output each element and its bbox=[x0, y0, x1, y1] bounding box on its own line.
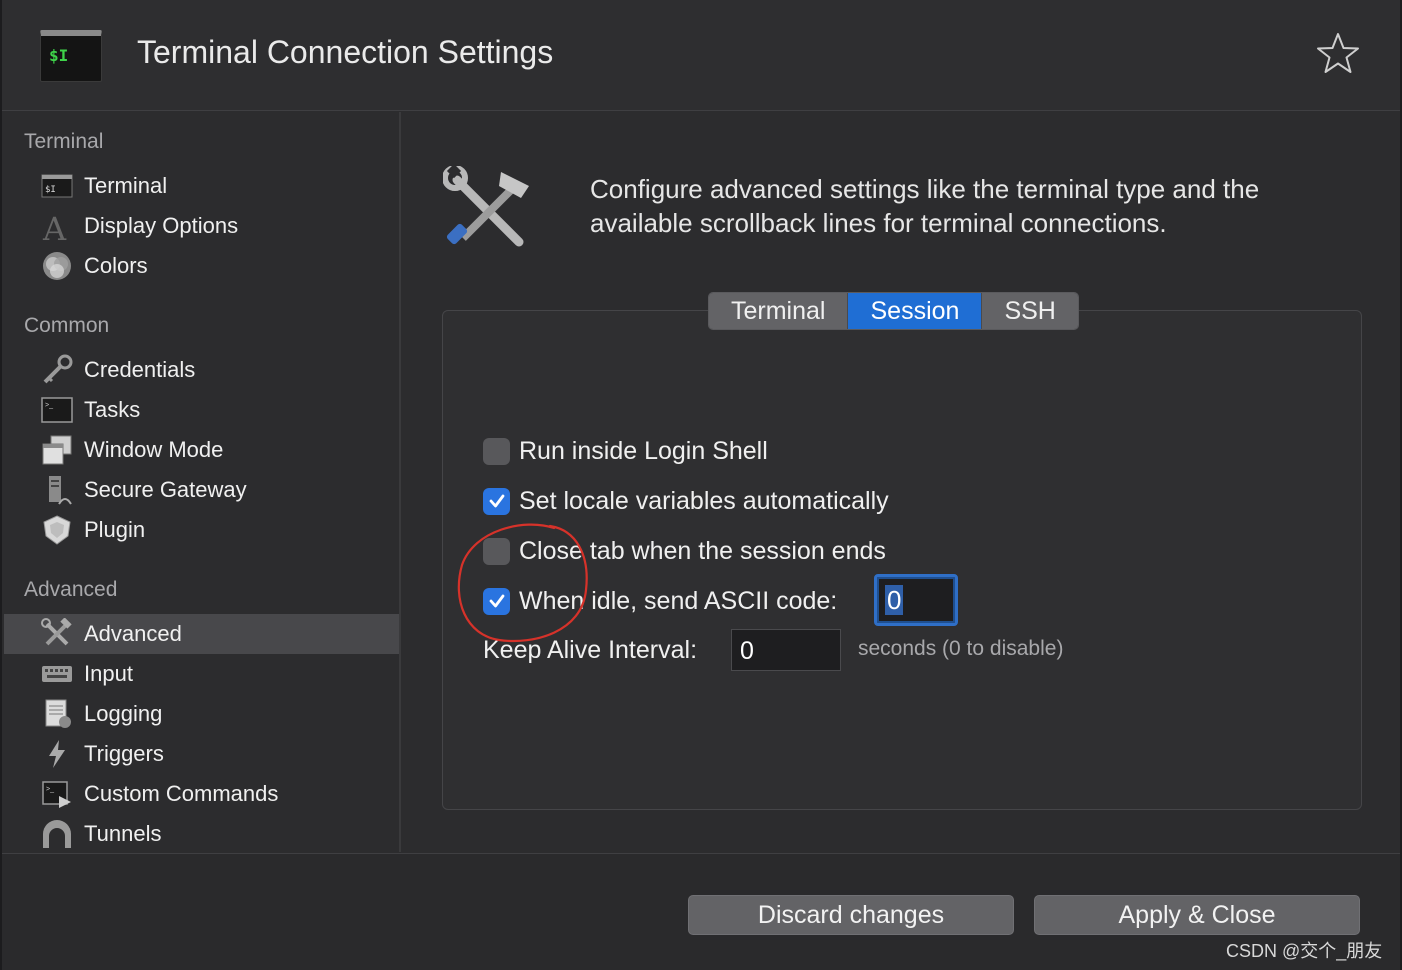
sidebar-item-label: Tasks bbox=[84, 397, 141, 422]
section-description: Configure advanced settings like the ter… bbox=[590, 174, 1260, 238]
window-mode-icon bbox=[40, 434, 74, 466]
checkbox-unchecked[interactable] bbox=[483, 437, 510, 465]
checkbox-unchecked[interactable] bbox=[483, 537, 510, 565]
sidebar-item-label: Colors bbox=[84, 253, 148, 278]
colors-icon bbox=[40, 250, 74, 282]
sidebar-item-display-options[interactable]: A Display Options bbox=[4, 206, 399, 246]
sidebar-item-label: Window Mode bbox=[84, 437, 224, 462]
sidebar-group-terminal: Terminal bbox=[24, 130, 104, 153]
keep-alive-input[interactable]: 0 bbox=[731, 629, 841, 671]
sidebar-item-label: Credentials bbox=[84, 357, 196, 382]
tools-icon bbox=[40, 618, 74, 650]
window-title: Terminal Connection Settings bbox=[137, 34, 554, 70]
sidebar-item-label: Plugin bbox=[84, 517, 146, 542]
terminal-icon: $I bbox=[40, 170, 74, 202]
keep-alive-hint: seconds (0 to disable) bbox=[858, 637, 1064, 660]
option-set-locale-variables[interactable]: Set locale variables automatically bbox=[483, 484, 889, 518]
apply-close-button[interactable]: Apply & Close bbox=[1034, 895, 1360, 935]
sidebar-item-window-mode[interactable]: Window Mode bbox=[4, 430, 399, 470]
keep-alive-label: Keep Alive Interval: bbox=[483, 636, 698, 664]
watermark: CSDN @交个_朋友 bbox=[1226, 941, 1383, 961]
discard-changes-button[interactable]: Discard changes bbox=[688, 895, 1014, 935]
option-label: Set locale variables automatically bbox=[519, 486, 889, 515]
font-icon: A bbox=[40, 210, 74, 242]
sidebar: Terminal $I Terminal A Display Options C… bbox=[4, 112, 401, 852]
svg-text:$I: $I bbox=[45, 185, 56, 195]
tab-bar: Terminal Session SSH bbox=[708, 292, 1079, 330]
sidebar-item-label: Terminal bbox=[84, 173, 168, 198]
checkbox-checked[interactable] bbox=[483, 487, 510, 515]
key-icon bbox=[40, 354, 74, 386]
ascii-code-input[interactable]: 0 bbox=[874, 574, 958, 626]
sidebar-item-colors[interactable]: Colors bbox=[4, 246, 399, 286]
star-icon[interactable] bbox=[1314, 30, 1362, 78]
sidebar-item-triggers[interactable]: Triggers bbox=[4, 734, 399, 774]
gateway-icon bbox=[40, 474, 74, 506]
settings-window: $I Terminal Connection Settings Terminal… bbox=[0, 0, 1402, 970]
checkmark-icon bbox=[489, 494, 504, 508]
sidebar-item-tasks[interactable]: >_ Tasks bbox=[4, 390, 399, 430]
tab-session[interactable]: Session bbox=[848, 293, 983, 329]
ascii-code-value: 0 bbox=[885, 585, 904, 615]
sidebar-item-label: Triggers bbox=[84, 741, 164, 766]
sidebar-item-advanced[interactable]: Advanced bbox=[4, 614, 399, 654]
sidebar-item-custom-commands[interactable]: >_ Custom Commands bbox=[4, 774, 399, 814]
logging-icon bbox=[40, 698, 74, 730]
option-close-tab-on-session-end[interactable]: Close tab when the session ends bbox=[483, 534, 886, 568]
sidebar-item-input[interactable]: Input bbox=[4, 654, 399, 694]
sidebar-item-label: Custom Commands bbox=[84, 781, 279, 806]
window-header: $I Terminal Connection Settings bbox=[2, 0, 1400, 111]
option-label: Run inside Login Shell bbox=[519, 436, 768, 465]
advanced-tools-icon bbox=[443, 166, 529, 247]
sidebar-group-advanced: Advanced bbox=[24, 578, 118, 601]
sidebar-item-credentials[interactable]: Credentials bbox=[4, 350, 399, 390]
sidebar-item-tunnels[interactable]: Tunnels bbox=[4, 814, 399, 854]
sidebar-item-secure-gateway[interactable]: Secure Gateway bbox=[4, 470, 399, 510]
terminal-app-icon: $I bbox=[40, 30, 102, 82]
sidebar-item-label: Advanced bbox=[84, 621, 182, 646]
sidebar-item-label: Display Options bbox=[84, 213, 239, 238]
checkbox-checked[interactable] bbox=[483, 587, 510, 615]
option-label: When idle, send ASCII code: bbox=[519, 586, 838, 615]
sidebar-item-terminal[interactable]: $I Terminal bbox=[4, 166, 399, 206]
sidebar-item-label: Input bbox=[84, 661, 133, 686]
option-idle-send-ascii[interactable]: When idle, send ASCII code: bbox=[483, 584, 837, 618]
sidebar-item-plugin[interactable]: Plugin bbox=[4, 510, 399, 550]
tunnels-icon bbox=[40, 818, 74, 850]
option-run-inside-login-shell[interactable]: Run inside Login Shell bbox=[483, 434, 768, 468]
option-label: Close tab when the session ends bbox=[519, 536, 886, 565]
triggers-icon bbox=[40, 738, 74, 770]
svg-text:A: A bbox=[42, 210, 67, 242]
plugin-icon bbox=[40, 514, 74, 546]
tab-ssh[interactable]: SSH bbox=[982, 293, 1078, 329]
sidebar-item-label: Secure Gateway bbox=[84, 477, 247, 502]
svg-text:>_: >_ bbox=[46, 786, 54, 793]
tab-terminal[interactable]: Terminal bbox=[709, 293, 849, 329]
sidebar-item-label: Logging bbox=[84, 701, 163, 726]
checkmark-icon bbox=[489, 594, 504, 608]
sidebar-item-logging[interactable]: Logging bbox=[4, 694, 399, 734]
main-content: Configure advanced settings like the ter… bbox=[403, 112, 1400, 852]
keyboard-icon bbox=[40, 658, 74, 690]
tasks-icon: >_ bbox=[40, 394, 74, 426]
custom-commands-icon: >_ bbox=[40, 778, 74, 810]
svg-text:>_: >_ bbox=[45, 402, 53, 409]
sidebar-item-label: Tunnels bbox=[84, 821, 162, 846]
footer-bar: Discard changes Apply & Close bbox=[2, 853, 1400, 970]
sidebar-group-common: Common bbox=[24, 314, 110, 337]
app-icon-glyph: $I bbox=[49, 46, 69, 65]
